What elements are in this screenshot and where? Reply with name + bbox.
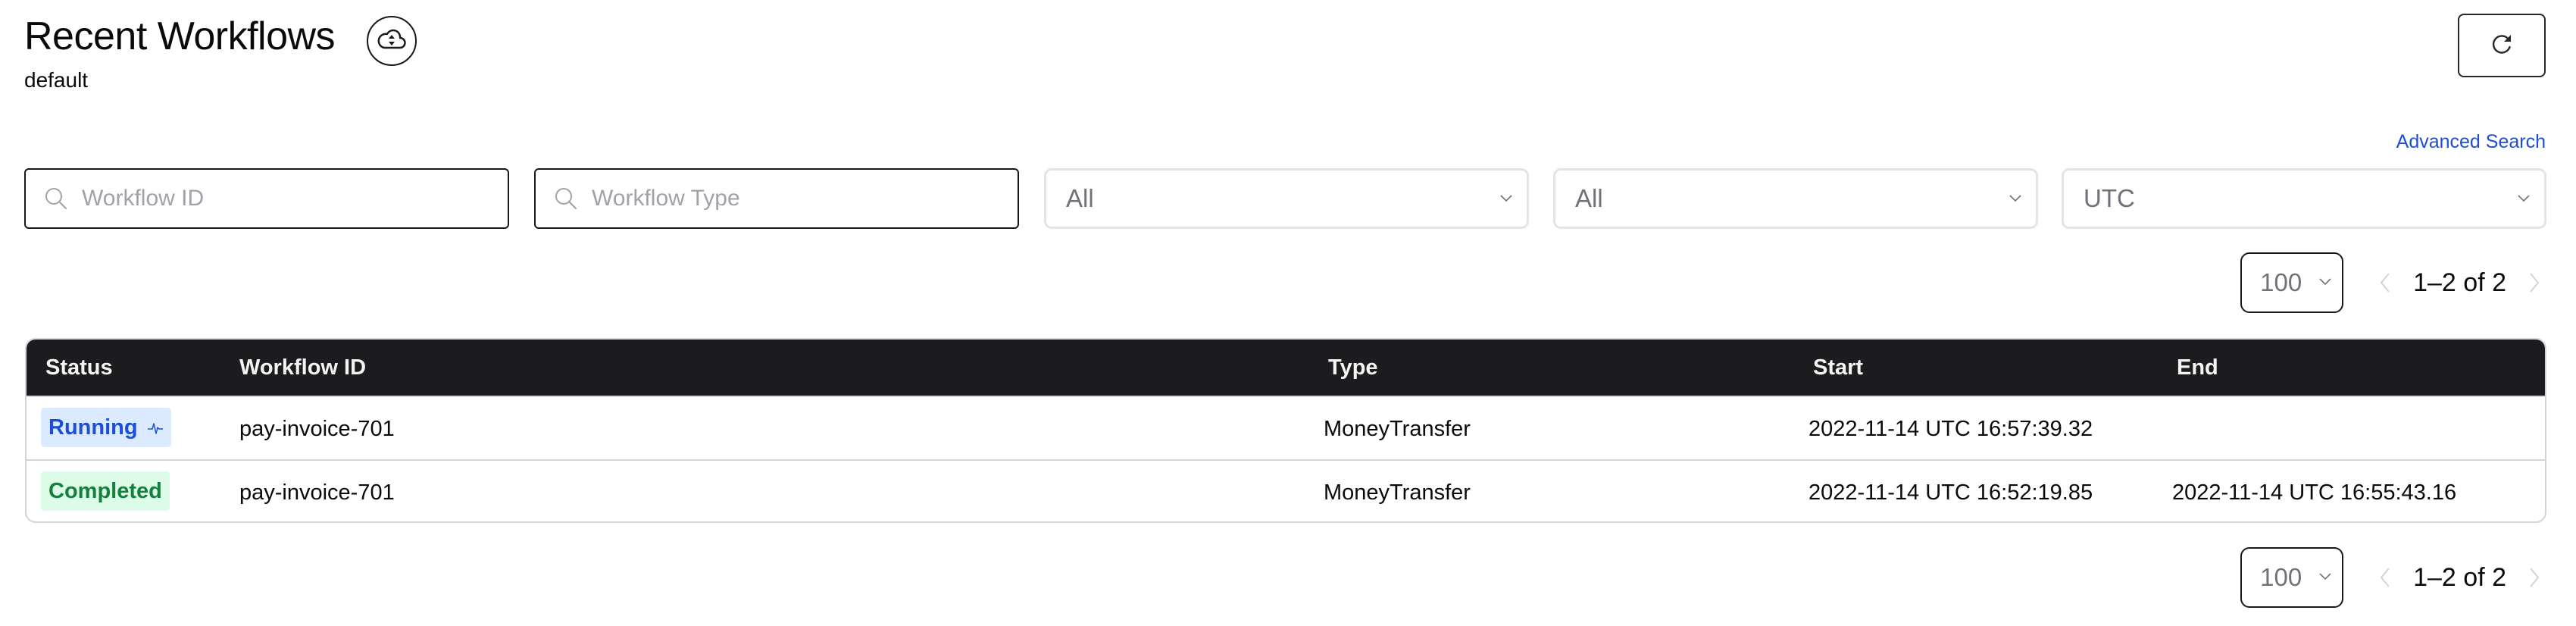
start-time-cell: 2022-11-14 UTC 16:57:39.32	[1809, 417, 2093, 441]
page-title: Recent Workflows	[24, 14, 336, 58]
chevron-down-icon	[1498, 190, 1515, 207]
page-size-value: 100	[2260, 563, 2302, 591]
next-page-button[interactable]	[2523, 562, 2546, 593]
chevron-down-icon	[2319, 571, 2331, 584]
page-size-select[interactable]: 100	[2240, 547, 2344, 608]
status-value: All	[1575, 184, 1603, 212]
previous-page-button[interactable]	[2374, 268, 2396, 298]
pagination-top: 100 1–2 of 2	[2240, 252, 2546, 313]
page-size-select[interactable]: 100	[2240, 252, 2344, 313]
workflow-type-cell: MoneyTransfer	[1324, 480, 1471, 505]
page-size-value: 100	[2260, 268, 2302, 296]
status-badge-label: Running	[48, 415, 138, 440]
status-select[interactable]: All	[1553, 168, 2038, 229]
table-row[interactable]: Running pay-invoice-701 MoneyTransfer 20…	[27, 396, 2545, 461]
heartbeat-icon	[147, 419, 164, 436]
workflow-id-link[interactable]: pay-invoice-701	[239, 397, 395, 461]
time-range-value: All	[1066, 184, 1094, 212]
column-header-type: Type	[1328, 355, 1378, 380]
workflow-id-input[interactable]	[80, 175, 508, 222]
column-header-end: End	[2177, 355, 2218, 380]
refresh-icon	[2489, 31, 2515, 61]
column-header-workflow-id: Workflow ID	[239, 355, 367, 380]
workflow-type-filter[interactable]	[534, 168, 1019, 229]
end-time-cell: 2022-11-14 UTC 16:55:43.16	[2172, 480, 2457, 505]
column-header-start: Start	[1813, 355, 1864, 380]
advanced-search-link[interactable]: Advanced Search	[2396, 130, 2546, 153]
table-row[interactable]: Completed pay-invoice-701 MoneyTransfer …	[27, 459, 2545, 521]
chevron-down-icon	[2515, 190, 2532, 207]
search-icon	[42, 185, 70, 212]
workflow-id-link[interactable]: pay-invoice-701	[239, 461, 395, 521]
time-range-select[interactable]: All	[1044, 168, 1529, 229]
cloud-archive-icon	[377, 27, 407, 56]
start-time-cell: 2022-11-14 UTC 16:52:19.85	[1809, 480, 2093, 505]
timezone-select[interactable]: UTC	[2062, 168, 2546, 229]
pagination-range: 1–2 of 2	[2413, 562, 2506, 592]
namespace-label: default	[24, 68, 89, 92]
previous-page-button[interactable]	[2374, 562, 2396, 593]
refresh-button[interactable]	[2458, 14, 2546, 77]
chevron-left-icon	[2380, 568, 2390, 587]
chevron-right-icon	[2530, 273, 2540, 293]
table-header: Status Workflow ID Type Start End	[27, 340, 2545, 396]
search-icon	[552, 185, 580, 212]
next-page-button[interactable]	[2523, 268, 2546, 298]
status-badge: Completed	[41, 471, 170, 511]
chevron-left-icon	[2380, 273, 2390, 293]
workflow-id-filter[interactable]	[24, 168, 509, 229]
status-badge: Running	[41, 408, 171, 447]
workflow-type-input[interactable]	[590, 175, 1018, 222]
workflow-type-cell: MoneyTransfer	[1324, 417, 1471, 441]
workflows-table: Status Workflow ID Type Start End Runnin…	[25, 338, 2546, 523]
chevron-down-icon	[2007, 190, 2024, 207]
pagination-range: 1–2 of 2	[2413, 268, 2506, 297]
chevron-down-icon	[2319, 276, 2331, 290]
status-badge-label: Completed	[48, 479, 162, 503]
chevron-right-icon	[2530, 568, 2540, 587]
pagination-bottom: 100 1–2 of 2	[2240, 547, 2546, 608]
column-header-status: Status	[45, 355, 113, 380]
archive-toggle-button[interactable]	[367, 16, 417, 66]
timezone-value: UTC	[2084, 184, 2135, 212]
